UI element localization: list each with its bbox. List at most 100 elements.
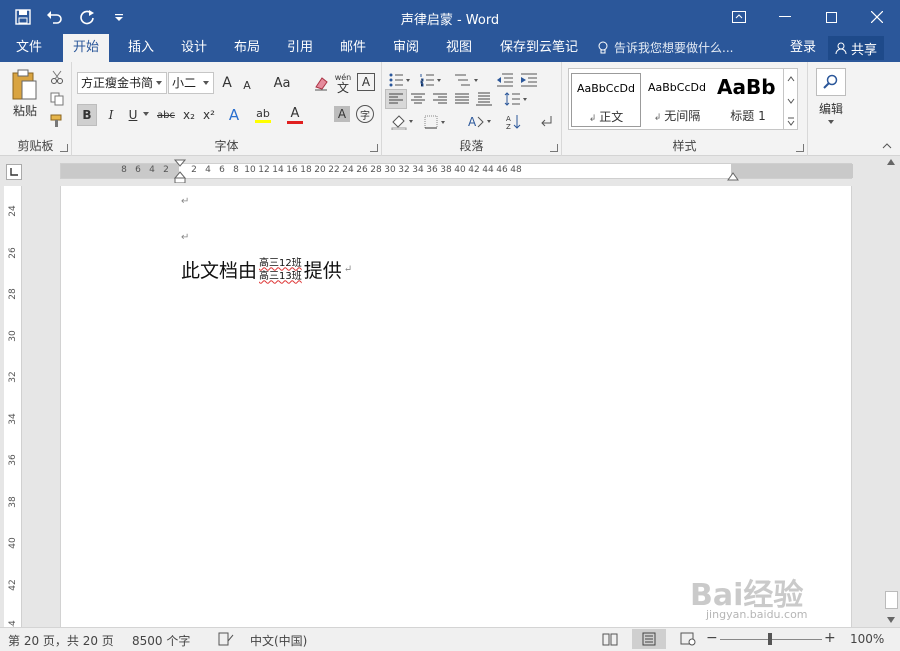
zoom-in-icon[interactable]: +	[824, 630, 836, 646]
styles-scroll[interactable]	[783, 69, 797, 129]
ruler-tick-label: 38	[8, 495, 18, 508]
borders-icon[interactable]	[422, 112, 452, 132]
superscript-button[interactable]: x²	[200, 104, 218, 126]
zoom-out-icon[interactable]: −	[706, 630, 718, 646]
ruler-tick-label: 48	[510, 165, 522, 175]
enclose-char-button[interactable]: 字	[356, 105, 374, 123]
page-count[interactable]: 第 20 页，共 20 页	[8, 632, 114, 649]
phonetic-guide-button[interactable]: wén 文	[334, 70, 352, 96]
tab-mailings[interactable]: 邮件	[330, 34, 376, 62]
tab-design[interactable]: 设计	[171, 34, 217, 62]
style-heading-1[interactable]: AaBb 标题 1	[713, 73, 783, 127]
bold-button[interactable]: B	[77, 104, 97, 126]
text-effects-button[interactable]: A	[224, 104, 244, 126]
chevron-down-icon[interactable]	[142, 110, 150, 118]
zoom-slider-thumb[interactable]	[768, 633, 772, 645]
char-border-button[interactable]: A	[357, 73, 375, 91]
increase-indent-icon[interactable]	[518, 70, 540, 90]
grow-font-button[interactable]: A	[218, 73, 236, 93]
clipboard-launcher-icon[interactable]	[60, 144, 68, 152]
scroll-thumb[interactable]	[885, 591, 898, 609]
share-button[interactable]: 共享	[828, 36, 884, 60]
chinese-layout-icon[interactable]: A	[466, 112, 496, 132]
tab-insert[interactable]: 插入	[118, 34, 164, 62]
align-right-icon[interactable]	[430, 89, 450, 109]
decrease-indent-icon[interactable]	[494, 70, 516, 90]
shrink-font-button[interactable]: A	[238, 75, 256, 95]
justify-icon[interactable]	[452, 89, 472, 109]
tell-me-box[interactable]: 告诉我您想要做什么...	[598, 34, 733, 62]
paste-icon[interactable]	[8, 68, 40, 102]
tab-review[interactable]: 审阅	[383, 34, 429, 62]
show-marks-icon[interactable]	[536, 112, 556, 132]
char-shading-button[interactable]: A	[334, 106, 350, 122]
paragraph-launcher-icon[interactable]	[550, 144, 558, 152]
tab-view[interactable]: 视图	[436, 34, 482, 62]
tab-home[interactable]: 开始	[63, 34, 110, 62]
clear-format-icon[interactable]	[312, 73, 330, 93]
paste-label[interactable]: 粘贴	[8, 102, 42, 118]
style-normal-label: 正文	[599, 110, 624, 124]
distributed-icon[interactable]	[474, 89, 494, 109]
search-icon[interactable]	[816, 68, 846, 96]
horizontal-ruler[interactable]: 8 6 4 2 2 4 6 8 10 12 14 16 18 20 22 24 26 28 30 32 34 36 38 40…	[60, 159, 853, 183]
italic-button[interactable]: I	[102, 104, 120, 126]
shading-icon[interactable]	[388, 112, 418, 132]
tab-selector[interactable]	[6, 164, 22, 180]
multilevel-list-icon[interactable]	[452, 70, 482, 90]
cut-icon[interactable]	[48, 68, 66, 86]
vertical-ruler[interactable]: 24 26 28 30 32 34 36 38 40 42 44	[4, 186, 22, 632]
style-normal[interactable]: AaBbCcDd ↲ 正文	[571, 73, 641, 127]
chevron-down-icon[interactable]	[826, 118, 836, 126]
font-name-select[interactable]: 方正瘦金书简	[77, 72, 167, 94]
collapse-ribbon-icon[interactable]	[880, 140, 894, 152]
sort-icon[interactable]: AZ	[504, 112, 524, 132]
numbering-icon[interactable]	[418, 70, 444, 90]
bullets-icon[interactable]	[388, 70, 412, 90]
maximize-icon[interactable]	[808, 0, 854, 34]
format-painter-icon[interactable]	[48, 112, 66, 130]
styles-launcher-icon[interactable]	[796, 144, 804, 152]
close-icon[interactable]	[854, 0, 900, 34]
ribbon-display-icon[interactable]	[716, 0, 762, 34]
chevron-down-icon	[156, 81, 162, 85]
minimize-icon[interactable]	[762, 0, 808, 34]
right-indent-marker[interactable]	[727, 172, 739, 182]
document-page[interactable]: ↵ ↵ 此文档由 高三12班 高三13班 提供 ↵	[60, 186, 852, 627]
language-status[interactable]: 中文(中国)	[250, 632, 307, 649]
underline-button[interactable]: U	[124, 104, 142, 126]
document-text-line[interactable]: 此文档由 高三12班 高三13班 提供 ↵	[181, 256, 352, 283]
align-left-icon[interactable]	[385, 89, 407, 109]
editing-label[interactable]: 编辑	[810, 100, 852, 116]
line-spacing-icon[interactable]	[502, 89, 530, 109]
word-count[interactable]: 8500 个字	[132, 632, 190, 649]
scroll-down-icon[interactable]	[887, 617, 895, 623]
font-launcher-icon[interactable]	[370, 144, 378, 152]
style-no-spacing[interactable]: AaBbCcDd ↲ 无间隔	[642, 73, 712, 127]
vertical-scrollbar[interactable]	[882, 157, 900, 627]
proofing-icon[interactable]	[218, 632, 234, 649]
zoom-level[interactable]: 100%	[850, 632, 884, 646]
first-line-indent-marker[interactable]	[174, 159, 186, 183]
login-link[interactable]: 登录	[790, 34, 816, 62]
highlight-color-bar	[255, 120, 271, 123]
copy-icon[interactable]	[48, 90, 66, 108]
highlight-button[interactable]: ab	[250, 104, 276, 126]
print-layout-icon[interactable]	[632, 629, 666, 649]
ruler-tick-label: 28	[8, 288, 18, 300]
subscript-button[interactable]: x₂	[180, 104, 198, 126]
scroll-up-icon[interactable]	[887, 159, 895, 165]
font-color-button[interactable]: A	[282, 104, 308, 126]
tab-references[interactable]: 引用	[277, 34, 323, 62]
font-size-select[interactable]: 小二	[168, 72, 214, 94]
align-center-icon[interactable]	[408, 89, 428, 109]
tab-save-cloud-note[interactable]: 保存到云笔记	[490, 34, 588, 62]
style-no-spacing-name: ↲ 无间隔	[642, 107, 712, 124]
tab-layout[interactable]: 布局	[224, 34, 270, 62]
change-case-button[interactable]: Aa	[268, 73, 296, 93]
strikethrough-button[interactable]: abc	[154, 104, 178, 126]
web-layout-icon[interactable]	[680, 632, 696, 649]
read-mode-icon[interactable]	[602, 632, 618, 649]
double-line-top: 高三12班	[259, 257, 302, 269]
tab-file[interactable]: 文件	[6, 34, 52, 62]
